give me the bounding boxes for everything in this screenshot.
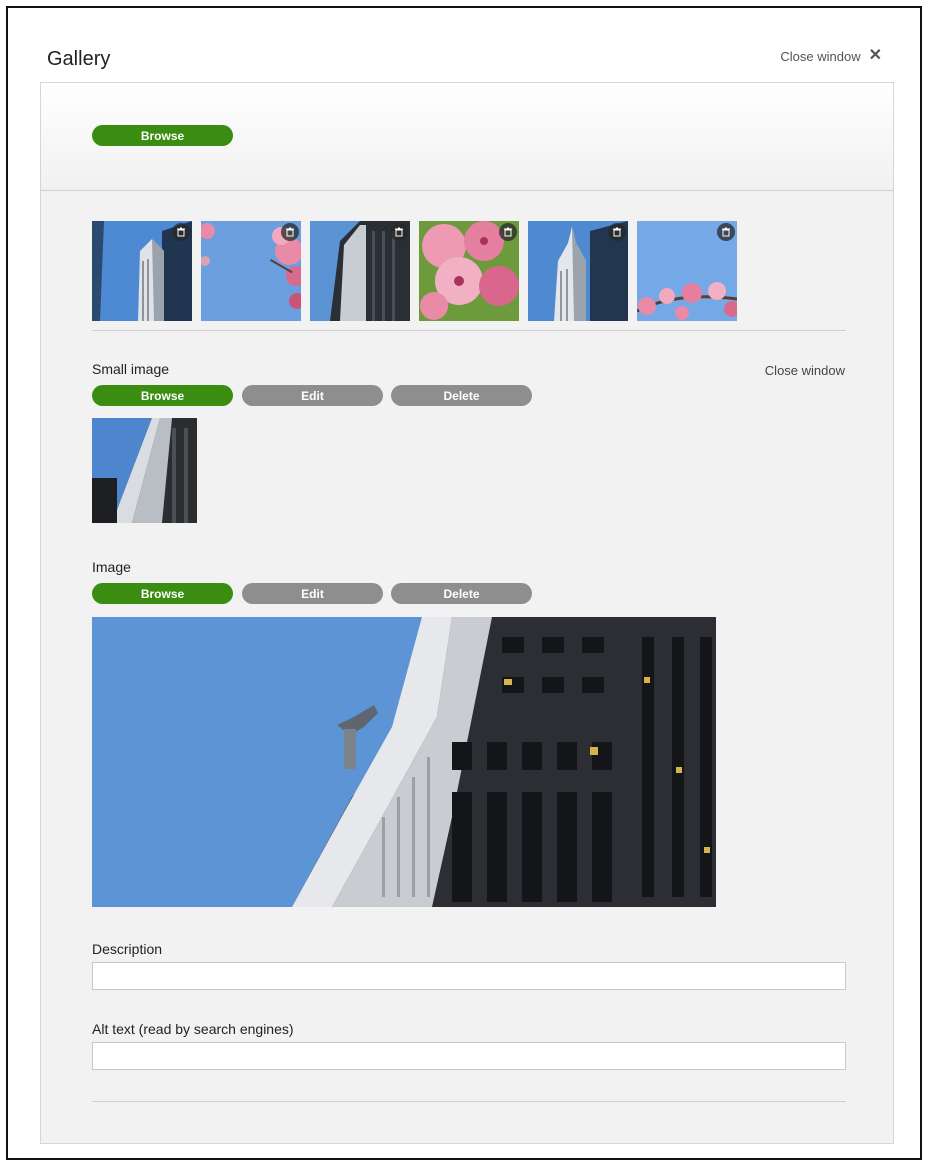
thumbnail-5[interactable] (528, 221, 628, 321)
upload-bar: Browse (41, 83, 893, 191)
close-window-button[interactable]: Close window ✕ (780, 48, 882, 64)
thumbnail-6[interactable] (637, 221, 737, 321)
description-label: Description (92, 941, 163, 957)
image-edit-button[interactable]: Edit (242, 583, 383, 604)
trash-icon[interactable] (499, 223, 517, 241)
small-image-browse-button[interactable]: Browse (92, 385, 233, 406)
small-image-preview (92, 418, 197, 523)
browse-button[interactable]: Browse (92, 125, 233, 146)
small-image-delete-button[interactable]: Delete (391, 385, 532, 406)
thumbnail-2[interactable] (201, 221, 301, 321)
image-browse-button[interactable]: Browse (92, 583, 233, 604)
thumbnail-3[interactable] (310, 221, 410, 321)
alt-text-field[interactable] (92, 1042, 846, 1070)
small-image-edit-button[interactable]: Edit (242, 385, 383, 406)
divider (92, 1101, 846, 1102)
image-label: Image (92, 559, 131, 575)
image-delete-button[interactable]: Delete (391, 583, 532, 604)
close-window-label: Close window (780, 48, 861, 64)
trash-icon[interactable] (172, 223, 190, 241)
divider (92, 330, 846, 331)
close-icon[interactable]: ✕ (869, 48, 882, 64)
small-image-close-link[interactable]: Close window (765, 363, 845, 378)
small-image-label: Small image (92, 361, 170, 377)
image-preview (92, 617, 716, 907)
trash-icon[interactable] (717, 223, 735, 241)
gallery-panel: Browse Small image Close window Browse E… (40, 82, 894, 1144)
trash-icon[interactable] (608, 223, 626, 241)
description-field[interactable] (92, 962, 846, 990)
alt-text-label: Alt text (read by search engines) (92, 1021, 294, 1037)
page-title: Gallery (47, 48, 111, 70)
trash-icon[interactable] (281, 223, 299, 241)
thumbnail-1[interactable] (92, 221, 192, 321)
trash-icon[interactable] (390, 223, 408, 241)
thumbnail-4[interactable] (419, 221, 519, 321)
